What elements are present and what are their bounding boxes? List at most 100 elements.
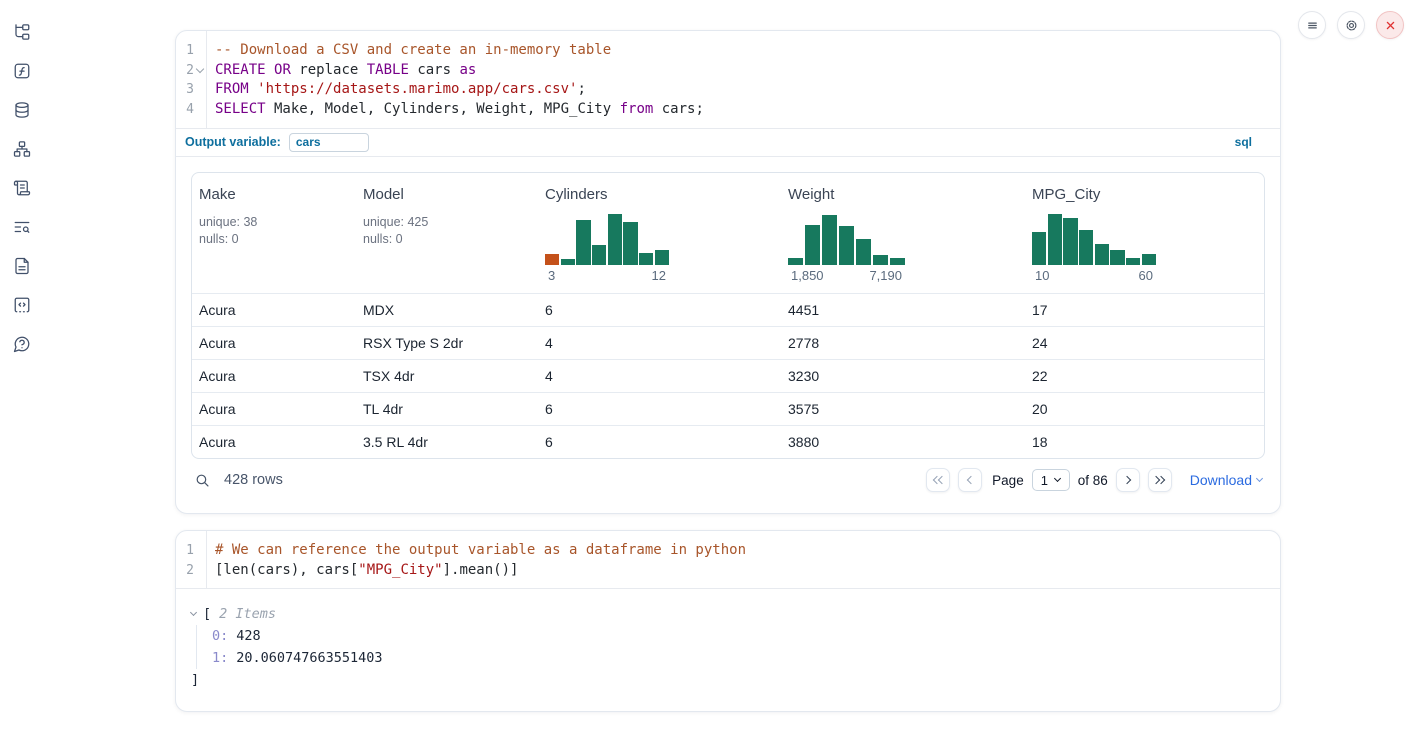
database-icon [13, 101, 31, 119]
nulls-count: nulls: 0 [363, 231, 538, 248]
cylinders-histogram: 3 12 [545, 213, 669, 283]
histogram-bar [788, 258, 803, 265]
column-header-mpg-city: MPG_City 10 60 [1025, 173, 1264, 293]
sidebar-item-snippets[interactable] [12, 295, 32, 315]
document-icon [13, 257, 31, 275]
table-cell: 17 [1025, 302, 1264, 318]
download-button[interactable]: Download [1190, 472, 1262, 488]
column-name[interactable]: Weight [788, 186, 1025, 203]
sidebar-item-documentation[interactable] [12, 256, 32, 276]
column-name[interactable]: MPG_City [1032, 186, 1264, 203]
table-cell: TSX 4dr [356, 368, 538, 384]
python-cell-output: [ 2 Items 0:428 1:20.060747663551403 ] [176, 588, 1280, 711]
table-cell: Acura [192, 302, 356, 318]
sidebar-item-datasources[interactable] [12, 100, 32, 120]
sql-code-editor[interactable]: 1-- Download a CSV and create an in-memo… [176, 31, 1280, 128]
output-variable-input[interactable] [289, 133, 369, 152]
nulls-count: nulls: 0 [199, 231, 356, 248]
open-bracket: [ [203, 603, 211, 625]
python-code-editor[interactable]: 1# We can reference the output variable … [176, 531, 1280, 588]
mpg-city-histogram: 10 60 [1032, 213, 1156, 283]
data-table: Make unique: 38 nulls: 0 Model unique: 4… [191, 172, 1265, 459]
table-cell: 24 [1025, 335, 1264, 351]
chevron-down-icon [1054, 475, 1061, 482]
unique-count: unique: 38 [199, 214, 356, 231]
column-summary: unique: 38 nulls: 0 [199, 214, 356, 248]
histogram-bar [1095, 244, 1109, 265]
table-cell: 6 [538, 401, 781, 417]
row-count: 428 rows [224, 472, 283, 488]
table-footer: 428 rows Page 1 of 86 Download [191, 465, 1265, 496]
shutdown-button[interactable] [1376, 11, 1404, 39]
table-cell: Acura [192, 335, 356, 351]
search-icon[interactable] [194, 472, 211, 489]
histogram-bar [608, 214, 622, 264]
notebook-menu-button[interactable] [1298, 11, 1326, 39]
gear-icon [1344, 18, 1359, 33]
histogram-bar [805, 225, 820, 265]
sidebar-item-help[interactable] [12, 334, 32, 354]
language-badge: sql [1235, 135, 1252, 149]
tree-collapse-toggle[interactable] [191, 613, 203, 615]
output-variable-bar: Output variable: sql [176, 128, 1280, 156]
first-page-button[interactable] [926, 468, 950, 492]
table-cell: TL 4dr [356, 401, 538, 417]
column-header-make: Make unique: 38 nulls: 0 [192, 173, 356, 293]
sidebar-item-dependency-graph[interactable] [12, 139, 32, 159]
code-line: 3FROM 'https://datasets.marimo.app/cars.… [176, 80, 1280, 100]
entry-value: 428 [236, 628, 260, 644]
hist-max-label: 12 [652, 268, 666, 283]
close-bracket: ] [191, 669, 1265, 691]
column-name[interactable]: Model [363, 186, 538, 203]
histogram-bar [1110, 250, 1124, 265]
table-cell: 22 [1025, 368, 1264, 384]
column-header-cylinders: Cylinders 3 12 [538, 173, 781, 293]
code-line: 4SELECT Make, Model, Cylinders, Weight, … [176, 100, 1280, 120]
entry-key: 0: [212, 628, 228, 644]
previous-page-button[interactable] [958, 468, 982, 492]
last-page-button[interactable] [1148, 468, 1172, 492]
table-row: AcuraRSX Type S 2dr4277824 [192, 326, 1264, 359]
table-cell: RSX Type S 2dr [356, 335, 538, 351]
sidebar-item-file-explorer[interactable] [12, 22, 32, 42]
page-select[interactable]: 1 [1032, 469, 1070, 491]
histogram-bar [655, 250, 669, 265]
sidebar-item-scratchpad[interactable] [12, 178, 32, 198]
sidebar-item-logs[interactable] [12, 217, 32, 237]
histogram-bar [592, 245, 606, 265]
column-name[interactable]: Cylinders [545, 186, 781, 203]
table-body: AcuraMDX6445117AcuraRSX Type S 2dr427782… [192, 293, 1264, 458]
tree-entry: 1:20.060747663551403 [212, 647, 1265, 669]
column-name[interactable]: Make [199, 186, 356, 203]
histogram-bar [856, 239, 871, 265]
histogram-bar [1142, 254, 1156, 265]
table-cell: Acura [192, 401, 356, 417]
dependency-graph-icon [13, 140, 31, 158]
histogram-bar [1032, 232, 1046, 265]
page-label: Page [992, 473, 1024, 488]
histogram-bar [545, 254, 559, 265]
hist-max-label: 7,190 [869, 268, 902, 283]
table-cell: 18 [1025, 434, 1264, 450]
sidebar-item-variables[interactable] [12, 61, 32, 81]
next-page-button[interactable] [1116, 468, 1140, 492]
table-header: Make unique: 38 nulls: 0 Model unique: 4… [192, 173, 1264, 293]
topbar-actions [1298, 11, 1404, 39]
weight-histogram: 1,850 7,190 [788, 213, 905, 283]
table-cell: 3.5 RL 4dr [356, 434, 538, 450]
hist-min-label: 1,850 [791, 268, 824, 283]
histogram-bar [822, 215, 837, 264]
table-cell: 3575 [781, 401, 1025, 417]
settings-button[interactable] [1337, 11, 1365, 39]
chevron-down-icon [1256, 475, 1263, 482]
table-row: AcuraTSX 4dr4323022 [192, 359, 1264, 392]
table-cell: 3880 [781, 434, 1025, 450]
function-square-icon [13, 62, 31, 80]
table-row: AcuraMDX6445117 [192, 293, 1264, 326]
table-cell: 6 [538, 302, 781, 318]
histogram-bar [1063, 218, 1077, 265]
histogram-bar [623, 222, 637, 265]
histogram-bar [576, 220, 590, 265]
column-summary: unique: 425 nulls: 0 [363, 214, 538, 248]
close-icon [1383, 18, 1398, 33]
